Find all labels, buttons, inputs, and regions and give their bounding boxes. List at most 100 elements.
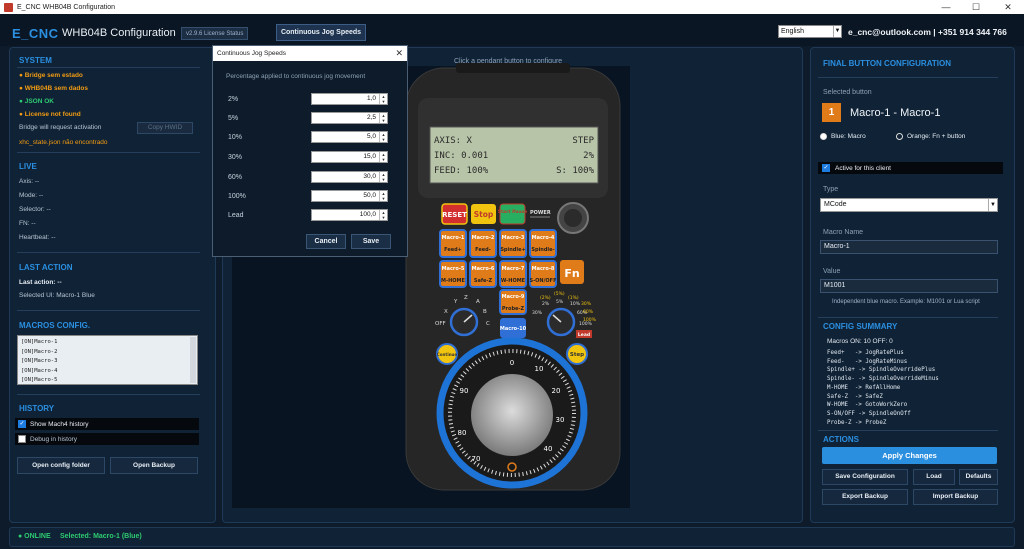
lead-label: Lead — [578, 332, 590, 338]
power-label: POWER — [530, 210, 551, 216]
minimize-button[interactable]: — — [931, 0, 961, 14]
macro-6-label: Macro-6 — [472, 266, 495, 272]
feed-scale-label: (1%) — [568, 295, 579, 301]
maximize-button[interactable]: ☐ — [961, 0, 991, 14]
apply-changes-button[interactable]: Apply Changes — [822, 447, 997, 464]
actions-heading: ACTIONS — [823, 435, 859, 444]
value-input[interactable]: M1001 — [820, 279, 998, 293]
show-mach4-checkbox[interactable]: ✓ — [18, 420, 26, 428]
live-heartbeat: Heartbeat: -- — [19, 234, 56, 241]
cancel-button[interactable]: Cancel — [306, 234, 346, 249]
jog-spinbox[interactable]: 100,0 ▲ ▼ — [311, 209, 388, 221]
stop-label: Stop — [474, 210, 494, 219]
feed-side-label: 30% — [581, 301, 592, 307]
save-configuration-button[interactable]: Save Configuration — [822, 469, 908, 485]
feed-side-label: 100% — [583, 317, 597, 323]
radio-orange-fn[interactable] — [896, 133, 903, 140]
spin-value: 1,0 — [366, 95, 376, 102]
language-select[interactable]: English ▼ — [778, 25, 842, 38]
selected-ui: Selected UI: Macro-1 Blue — [19, 292, 95, 299]
list-item[interactable]: [ON]Macro-2 — [21, 348, 194, 358]
window-titlebar: E_CNC WHB04B Configuration — ☐ ✕ — [0, 0, 1024, 14]
feed-knob-label: 30% — [532, 310, 543, 316]
macro-4-label: Macro-4 — [532, 235, 555, 241]
spin-arrows-icon[interactable]: ▲ ▼ — [379, 210, 387, 220]
continuous-jog-speeds-button[interactable]: Continuous Jog Speeds — [276, 24, 366, 41]
radio-orange-label: Orange: Fn + button — [907, 133, 966, 140]
macro-3-label: Macro-3 — [502, 235, 525, 241]
divider — [17, 252, 200, 253]
save-button[interactable]: Save — [351, 234, 391, 249]
jog-spinbox[interactable]: 50,0 ▲ ▼ — [311, 190, 388, 202]
active-client-checkbox[interactable]: ✓ — [822, 164, 830, 172]
wheel-number: 30 — [556, 416, 565, 424]
divider — [17, 152, 200, 153]
summary-mapping-list: Feed+ -> JogRatePlus Feed- -> JogRateMin… — [827, 350, 939, 426]
status-bridge: ● Bridge sem estado — [19, 72, 83, 79]
wheel-number: 20 — [552, 387, 561, 395]
license-status-badge[interactable]: v2.9.6 License Status — [181, 27, 249, 40]
live-heading: LIVE — [19, 162, 37, 171]
spin-arrows-icon[interactable]: ▲ ▼ — [379, 152, 387, 162]
axis-knob-label: Y — [453, 299, 458, 305]
macro-8-label: Macro-8 — [532, 266, 555, 272]
live-selector: Selector: -- — [19, 206, 51, 213]
macro-6-fn-label: Safe-Z — [474, 278, 493, 284]
defaults-button[interactable]: Defaults — [959, 469, 998, 485]
spin-arrows-icon[interactable]: ▲ ▼ — [379, 191, 387, 201]
scrollbar[interactable] — [190, 337, 196, 383]
import-backup-button[interactable]: Import Backup — [913, 489, 998, 505]
power-knob-center — [564, 209, 582, 227]
type-select[interactable]: MCode ▼ — [820, 198, 998, 212]
list-item[interactable]: [ON]Macro-4 — [21, 367, 194, 377]
macros-list[interactable]: [ON]Macro-1 [ON]Macro-2 [ON]Macro-3 [ON]… — [17, 335, 198, 385]
lcd-percent: 2% — [583, 151, 594, 161]
open-backup-button[interactable]: Open Backup — [110, 457, 198, 474]
spin-value: 100,0 — [359, 211, 376, 218]
debug-checkbox[interactable] — [18, 435, 26, 443]
spin-value: 2,5 — [366, 114, 376, 121]
jog-spinbox[interactable]: 30,0 ▲ ▼ — [311, 171, 388, 183]
step-label: Step — [570, 352, 584, 358]
spin-arrows-icon[interactable]: ▲ ▼ — [379, 172, 387, 182]
macro-1-label: Macro-1 — [442, 235, 465, 241]
load-button[interactable]: Load — [913, 469, 955, 485]
spin-value: 5,0 — [366, 133, 376, 140]
dialog-subtitle: Percentage applied to continuous jog mov… — [226, 73, 366, 80]
radio-blue-macro[interactable] — [820, 133, 827, 140]
jog-spinbox[interactable]: 2,5 ▲ ▼ — [311, 112, 388, 124]
live-mode: Mode: -- — [19, 192, 44, 199]
lcd-spindle: S: 100% — [556, 166, 595, 176]
jog-spinbox[interactable]: 15,0 ▲ ▼ — [311, 151, 388, 163]
spin-arrows-icon[interactable]: ▲ ▼ — [379, 94, 387, 104]
open-config-folder-button[interactable]: Open config folder — [17, 457, 105, 474]
macro-9-label: Macro-9 — [502, 294, 525, 300]
show-mach4-label: Show Mach4 history — [30, 421, 89, 428]
jog-spinbox[interactable]: 5,0 ▲ ▼ — [311, 131, 388, 143]
list-item[interactable]: [ON]Macro-1 — [21, 338, 194, 348]
close-window-button[interactable]: ✕ — [993, 0, 1023, 14]
fn-label: Fn — [564, 267, 579, 280]
spin-value: 30,0 — [363, 173, 376, 180]
lcd-axis: AXIS: X — [434, 136, 473, 146]
status-whb04b: ● WHB04B sem dados — [19, 85, 88, 92]
spin-arrows-icon[interactable]: ▲ ▼ — [379, 113, 387, 123]
copy-hwid-button[interactable]: Copy HWID — [137, 122, 193, 134]
spin-value: 50,0 — [363, 192, 376, 199]
status-selected: Selected: Macro-1 (Blue) — [60, 533, 142, 540]
status-bar: ● ONLINE Selected: Macro-1 (Blue) — [9, 527, 1015, 547]
close-icon[interactable]: ✕ — [395, 46, 403, 61]
system-heading: SYSTEM — [19, 56, 52, 65]
wheel-number: 80 — [458, 429, 467, 437]
divider — [818, 317, 998, 318]
list-item[interactable]: [ON]Macro-5 — [21, 376, 194, 386]
macro-name-input[interactable]: Macro-1 — [820, 240, 998, 254]
jog-spinbox[interactable]: 1,0 ▲ ▼ — [311, 93, 388, 105]
jog-row-label: 30% — [228, 154, 243, 161]
divider — [17, 67, 200, 68]
list-item[interactable]: [ON]Macro-3 — [21, 357, 194, 367]
wheel-number: 10 — [535, 365, 544, 373]
spin-arrows-icon[interactable]: ▲ ▼ — [379, 132, 387, 142]
export-backup-button[interactable]: Export Backup — [822, 489, 908, 505]
brand-logo: E_CNC — [12, 26, 59, 41]
